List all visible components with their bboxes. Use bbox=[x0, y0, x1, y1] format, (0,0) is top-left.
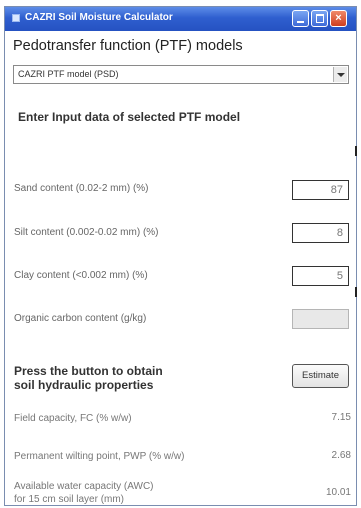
sand-content-input[interactable]: 87 bbox=[292, 180, 349, 200]
window-title: CAZRI Soil Moisture Calculator bbox=[25, 12, 173, 23]
estimate-prompt-line2: soil hydraulic properties bbox=[14, 378, 154, 392]
awc-label: Available water capacity (AWC) for 15 cm… bbox=[14, 480, 154, 506]
clay-content-label: Clay content (<0.002 mm) (%) bbox=[14, 270, 148, 281]
clay-content-input[interactable]: 5 bbox=[292, 266, 349, 286]
organic-carbon-label: Organic carbon content (g/kg) bbox=[14, 313, 147, 324]
title-bar[interactable]: CAZRI Soil Moisture Calculator × bbox=[5, 7, 356, 31]
ptf-model-selected-value: CAZRI PTF model (PSD) bbox=[18, 69, 119, 79]
field-capacity-label: Field capacity, FC (% w/w) bbox=[14, 413, 132, 424]
sand-content-label: Sand content (0.02-2 mm) (%) bbox=[14, 183, 149, 194]
estimate-prompt-line1: Press the button to obtain bbox=[14, 364, 163, 378]
field-capacity-value: 7.15 bbox=[331, 412, 351, 423]
edge-tick bbox=[355, 287, 357, 297]
ptf-model-select[interactable]: CAZRI PTF model (PSD) bbox=[13, 65, 349, 84]
pwp-value: 2.68 bbox=[331, 450, 351, 461]
silt-content-input[interactable]: 8 bbox=[292, 223, 349, 243]
estimate-button[interactable]: Estimate bbox=[292, 364, 349, 388]
minimize-button[interactable] bbox=[292, 10, 309, 27]
awc-label-line2: for 15 cm soil layer (mm) bbox=[14, 494, 125, 505]
edge-tick bbox=[355, 146, 357, 156]
ptf-models-heading: Pedotransfer function (PTF) models bbox=[13, 38, 243, 54]
app-icon bbox=[12, 14, 20, 22]
organic-carbon-input bbox=[292, 309, 349, 329]
pwp-label: Permanent wilting point, PWP (% w/w) bbox=[14, 451, 185, 462]
estimate-prompt: Press the button to obtain soil hydrauli… bbox=[14, 364, 163, 392]
dropdown-arrow-icon[interactable] bbox=[333, 67, 347, 82]
awc-label-line1: Available water capacity (AWC) bbox=[14, 481, 154, 492]
input-section-title: Enter Input data of selected PTF model bbox=[18, 110, 241, 124]
close-icon: × bbox=[335, 12, 342, 24]
close-button[interactable]: × bbox=[330, 10, 347, 27]
silt-content-label: Silt content (0.002-0.02 mm) (%) bbox=[14, 227, 159, 238]
awc-value: 10.01 bbox=[325, 487, 351, 498]
calculator-window: CAZRI Soil Moisture Calculator × Pedotra… bbox=[4, 6, 357, 506]
maximize-button[interactable] bbox=[311, 10, 328, 27]
